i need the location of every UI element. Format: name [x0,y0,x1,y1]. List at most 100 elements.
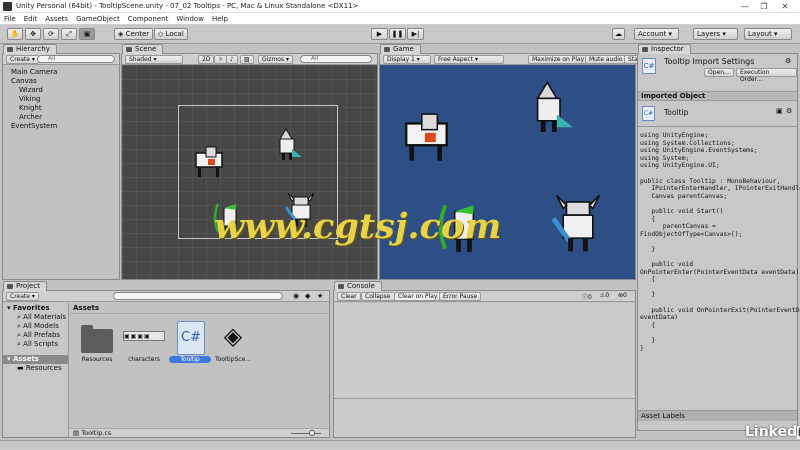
icon-size-slider-thumb[interactable] [309,430,315,436]
tab-project[interactable]: Project [3,281,47,291]
layout-label: Layout [748,30,772,38]
assets-tree-resources[interactable]: ▬ Resources [17,364,62,373]
favorite-all-prefabs[interactable]: ⌕ All Prefabs [17,331,60,340]
scene-search-placeholder: All [311,55,319,62]
hierarchy-item-archer[interactable]: Archer [19,113,42,122]
characters-sprite-strip[interactable]: ▣▣▣▣ [123,331,165,341]
search-icon: ⌕ [17,340,21,348]
game-viking-sprite [551,195,601,252]
cloud-icon[interactable]: ☁ [612,28,625,40]
favorite-all-scripts[interactable]: ⌕ All Scripts [17,340,58,349]
scene-audio-icon[interactable]: ♪ [226,55,238,64]
hierarchy-item-knight[interactable]: Knight [19,104,42,113]
account-dropdown[interactable]: Account ▾ [634,28,679,40]
scene-2d-toggle[interactable]: 2D [198,55,215,64]
favorite-all-models[interactable]: ⌕ All Models [17,322,59,331]
minimize-icon[interactable]: — [738,1,752,12]
asset-item-resources-label: Resources [81,356,113,363]
menu-help[interactable]: Help [208,13,232,25]
scene-effects-icon[interactable]: ▨ [240,55,254,64]
pivot-icon: ◈ [118,30,124,38]
assets-tree-root[interactable]: ▾ Assets [3,355,68,364]
object-help-icon[interactable]: ▣ [776,107,783,115]
tab-game[interactable]: Game [380,44,421,54]
code-line: { [640,321,656,329]
filter-type-icon[interactable]: ◉ [293,292,299,300]
knight-sprite [195,146,223,177]
asset-item-tooltip-label[interactable]: Tooltip [169,356,211,363]
favorite-all-materials[interactable]: ⌕ All Materials [17,313,66,322]
display-dropdown[interactable]: Display 1 ▾ [383,55,431,64]
play-button[interactable]: ▶ [371,28,388,40]
console-collapse-button[interactable]: Collapse [361,292,395,301]
layout-dropdown[interactable]: Layout ▾ [744,28,792,40]
hierarchy-item-canvas[interactable]: Canvas [11,77,37,86]
hierarchy-create-button[interactable]: Create ▾ [6,55,39,64]
scale-tool-icon[interactable]: ⤢ [61,28,77,40]
unity-app-icon [3,2,12,11]
rect-tool-icon[interactable]: ▣ [79,28,95,40]
console-error-count[interactable]: ⊗0 [618,292,627,299]
search-icon: ⌕ [17,322,21,330]
characters-thumbnail-icon: ▣▣▣▣ [124,333,151,340]
hierarchy-search-input[interactable]: All [37,55,115,63]
game-knight-sprite [405,113,448,161]
asset-labels-header[interactable]: Asset Labels [638,410,797,421]
console-clear-on-play-button[interactable]: Clear on Play [394,292,442,301]
hand-tool-icon[interactable]: ✋ [7,28,23,40]
execution-order-button[interactable]: Execution Order... [736,68,797,83]
aspect-dropdown[interactable]: Free Aspect ▾ [434,55,504,64]
tab-console[interactable]: Console [334,281,382,291]
console-warning-count[interactable]: ⚠0 [600,292,609,299]
maximize-on-play-toggle[interactable]: Maximize on Play [528,55,589,64]
pause-button[interactable]: ❚❚ [389,28,406,40]
execution-order-label: Execution Order... [740,69,770,83]
hierarchy-item-main-camera[interactable]: Main Camera [11,68,57,77]
shading-dropdown[interactable]: Shaded ▾ [125,55,183,64]
close-icon[interactable]: ✕ [778,1,792,12]
maximize-icon[interactable]: ❐ [757,1,771,12]
menu-gameobject[interactable]: GameObject [72,13,124,25]
tab-scene[interactable]: Scene [122,44,164,54]
menu-edit[interactable]: Edit [20,13,42,25]
gizmos-dropdown[interactable]: Gizmos ▾ [258,55,294,64]
scene-search-input[interactable]: All [300,55,372,63]
filter-label-icon[interactable]: ◆ [305,292,310,300]
icon-size-slider[interactable] [291,433,321,434]
asset-item-tooltip-script-icon[interactable]: C# [177,321,205,355]
menu-assets[interactable]: Assets [41,13,72,25]
footer-file-label: ▤ Tooltip.cs [73,429,111,437]
rotate-tool-icon[interactable]: ⟳ [43,28,59,40]
hierarchy-item-viking[interactable]: Viking [19,95,40,104]
mute-audio-toggle[interactable]: Mute audio [585,55,627,64]
console-info-count[interactable]: ⓘ0 [582,292,592,301]
unity-scene-icon[interactable]: ◈ [219,321,247,353]
project-create-button[interactable]: Create ▾ [6,292,39,301]
menu-component[interactable]: Component [124,13,173,25]
hierarchy-item-eventsystem[interactable]: EventSystem [11,122,57,131]
console-log-area[interactable] [334,303,635,398]
favorites-label[interactable]: ▾ Favorites [7,304,50,313]
project-breadcrumb[interactable]: Assets [73,304,99,312]
tab-hierarchy[interactable]: Hierarchy [3,44,57,54]
console-clear-button[interactable]: Clear [337,292,361,301]
project-panel: Create ▾ ◉ ◆ ★ ▾ Favorites ⌕ All Materia… [2,290,330,438]
step-button[interactable]: ▶| [407,28,424,40]
pivot-local-button[interactable]: ◇ Local [154,28,188,40]
layers-dropdown[interactable]: Layers ▾ [693,28,738,40]
asset-item-resources[interactable] [81,323,113,353]
code-line: } [640,344,644,352]
assets-tree-resources-label: Resources [25,364,62,372]
inspector-settings-icon[interactable]: ⚙ [785,57,791,65]
hierarchy-item-wizard[interactable]: Wizard [19,86,43,95]
favorite-star-icon[interactable]: ★ [317,292,323,300]
menu-window[interactable]: Window [172,13,208,25]
menu-file[interactable]: File [0,13,20,25]
object-settings-icon[interactable]: ⚙ [786,107,792,115]
open-button[interactable]: Open... [704,68,734,77]
project-search-input[interactable] [113,292,283,300]
move-tool-icon[interactable]: ✥ [25,28,41,40]
tab-inspector[interactable]: Inspector [638,44,691,54]
console-error-pause-button[interactable]: Error Pause [439,292,482,301]
pivot-center-button[interactable]: ◈ Center [114,28,153,40]
